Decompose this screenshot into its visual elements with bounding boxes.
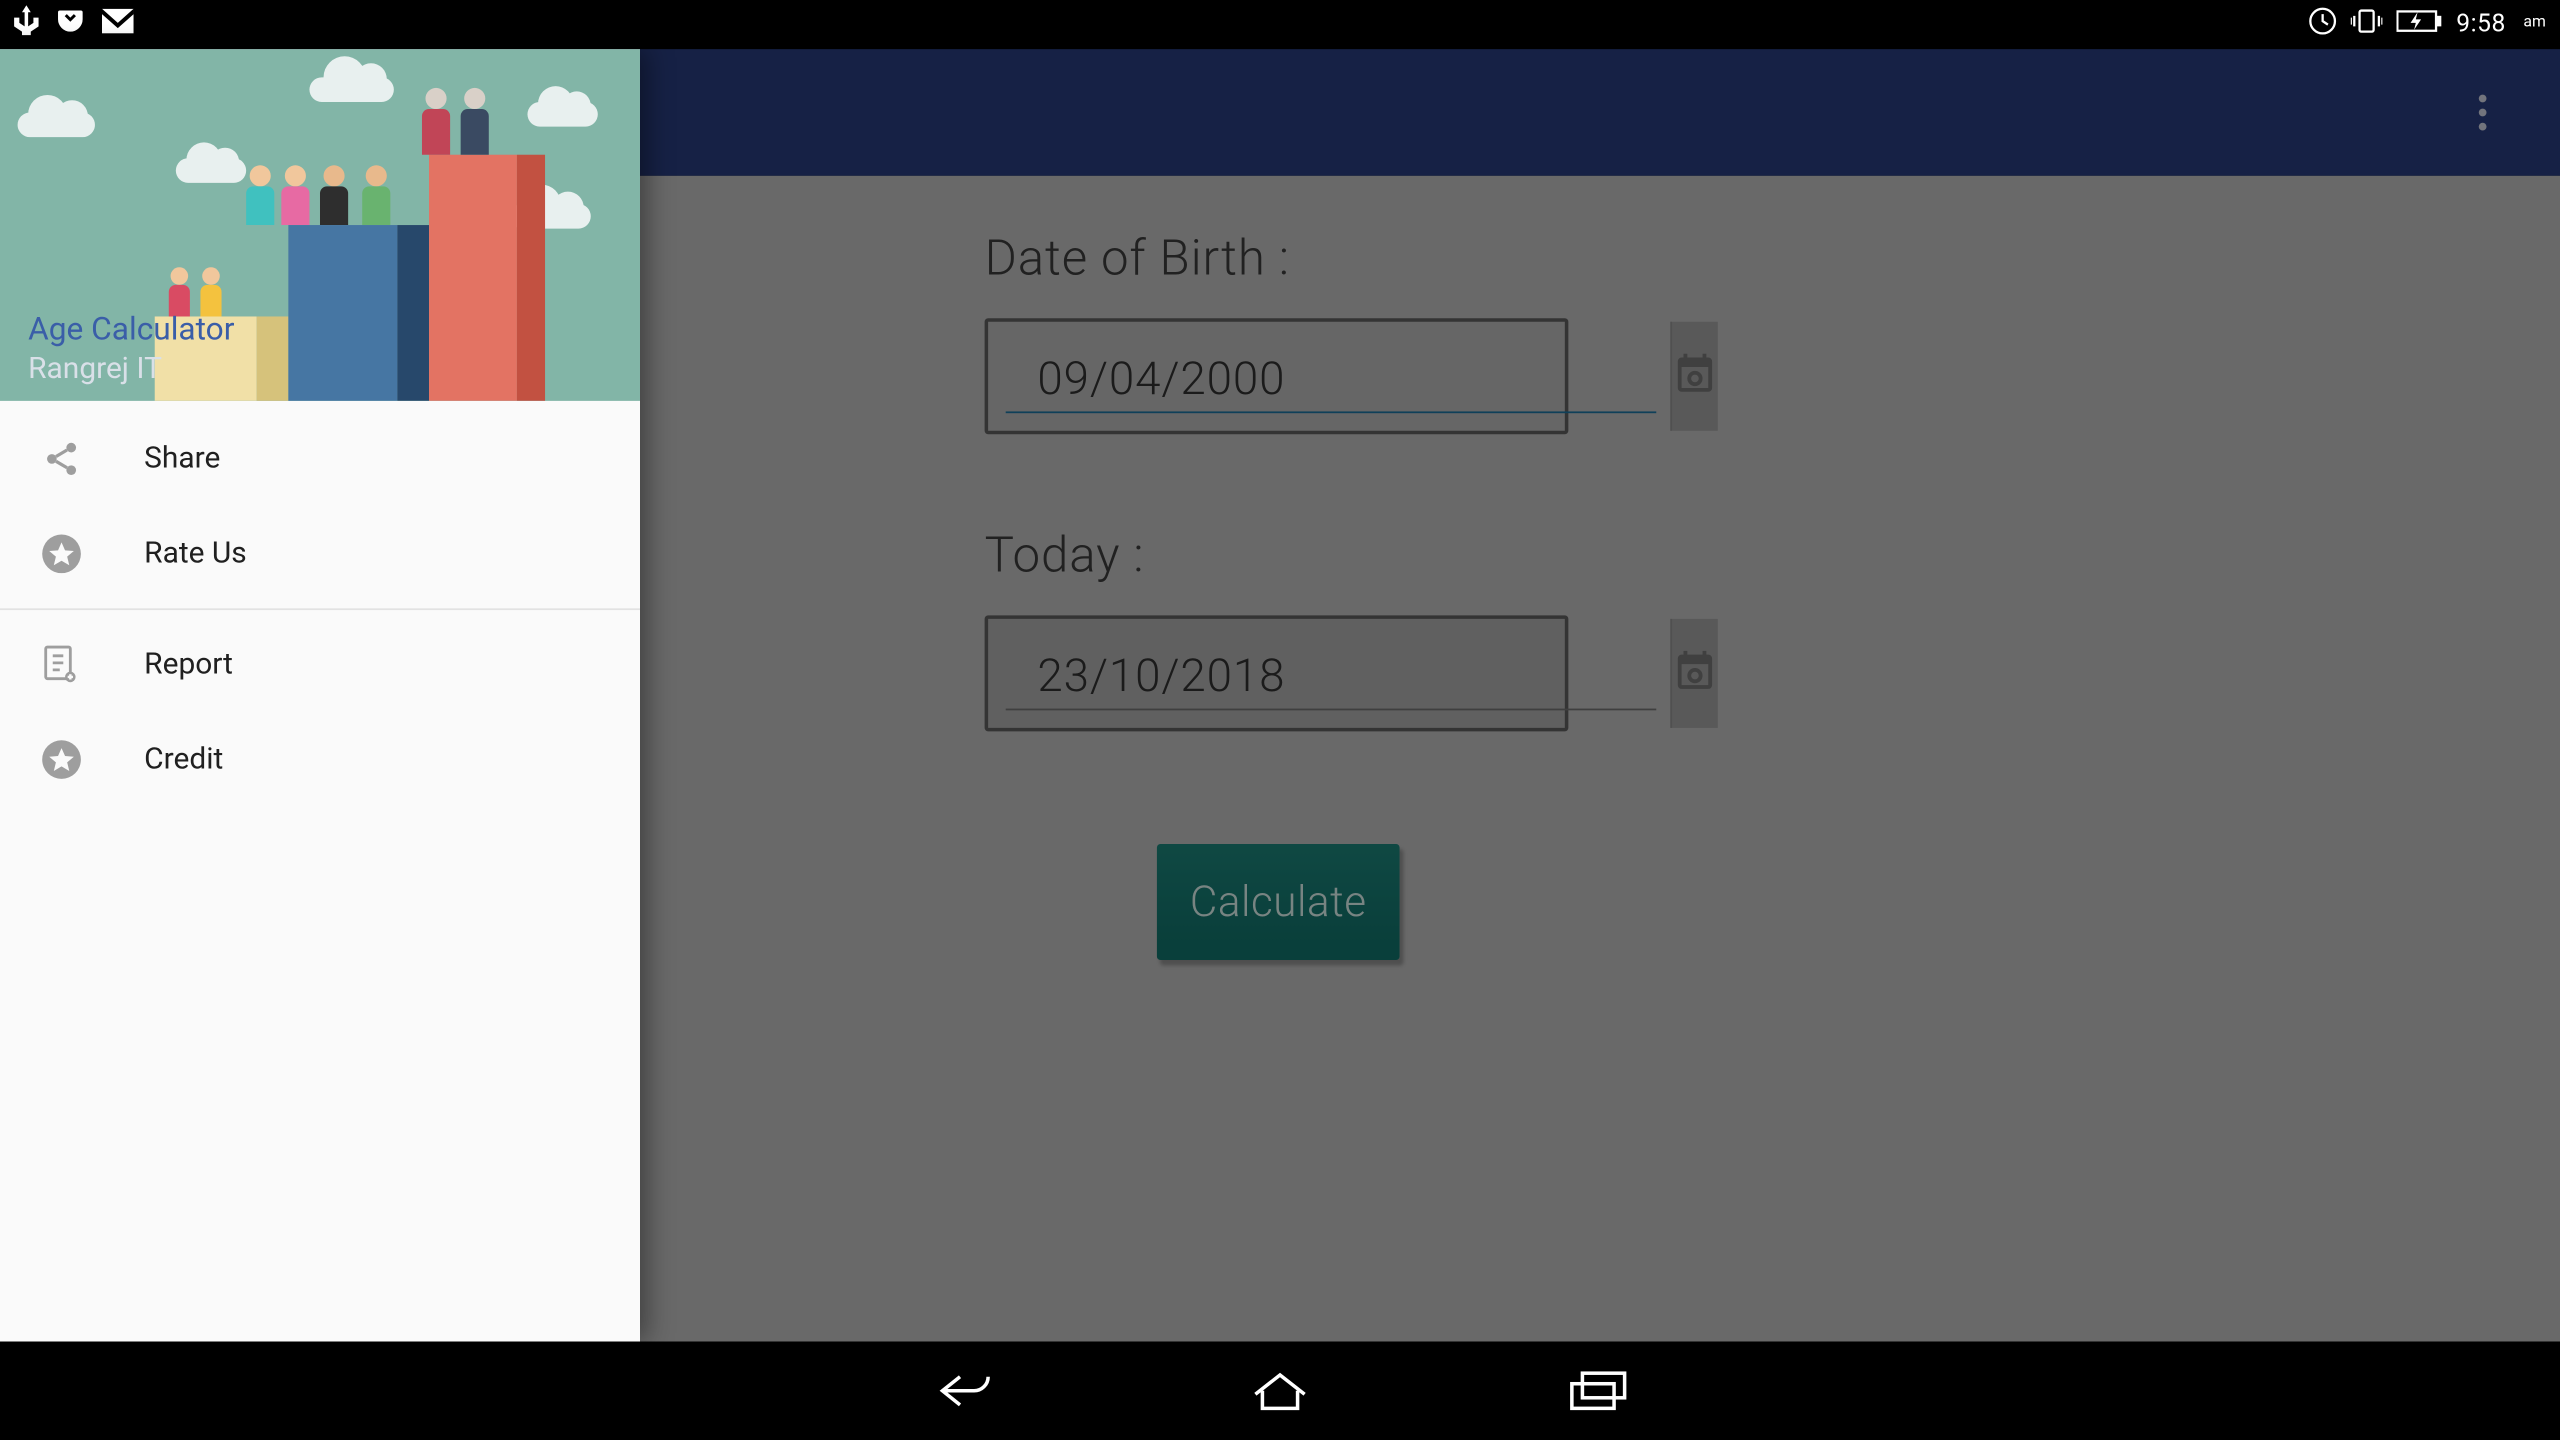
status-bar: 9:58 am (0, 0, 2560, 49)
clock-ampm: am (2523, 14, 2545, 32)
gmail-icon (102, 9, 134, 41)
system-nav-bar (0, 1342, 2560, 1440)
drawer-header: Age Calculator Rangrej IT (0, 49, 640, 401)
vibrate-icon (2351, 9, 2383, 41)
pocket-icon (56, 7, 84, 42)
drawer-subtitle: Rangrej IT (28, 352, 162, 387)
clock-time: 9:58 (2456, 11, 2506, 39)
clock-icon (2309, 7, 2337, 42)
person-decoration (200, 267, 221, 316)
back-button[interactable] (928, 1366, 998, 1415)
drawer-separator (0, 608, 640, 610)
share-icon (39, 436, 85, 482)
drawer-item-share[interactable]: Share (0, 411, 640, 506)
drawer-item-credit[interactable]: Credit (0, 712, 640, 807)
person-decoration (320, 165, 348, 225)
person-decoration (169, 267, 190, 316)
recents-button[interactable] (1561, 1366, 1631, 1415)
person-decoration (281, 165, 309, 225)
drawer-item-label: Rate Us (144, 536, 247, 571)
podium-decoration (397, 225, 429, 401)
drawer-item-label: Credit (144, 742, 223, 777)
cloud-decoration (176, 158, 246, 183)
battery-charging-icon (2396, 9, 2442, 41)
person-decoration (246, 165, 274, 225)
cloud-decoration (18, 113, 95, 138)
drawer-item-label: Share (144, 441, 220, 476)
person-decoration (422, 88, 450, 155)
drawer-item-rate[interactable]: Rate Us (0, 506, 640, 601)
nav-drawer: Age Calculator Rangrej IT Share Rate Us (0, 49, 640, 1341)
drawer-list: Share Rate Us Report (0, 401, 640, 807)
podium-decoration (429, 155, 517, 401)
person-decoration (461, 88, 489, 155)
drawer-title: Age Calculator (28, 311, 234, 348)
person-decoration (362, 165, 390, 225)
home-button[interactable] (1245, 1366, 1315, 1415)
drawer-item-label: Report (144, 647, 233, 682)
cloud-decoration (527, 102, 597, 127)
podium-decoration (288, 225, 397, 401)
drawer-item-report[interactable]: Report (0, 617, 640, 712)
usb-icon (14, 5, 39, 44)
star-icon (39, 737, 85, 783)
podium-decoration (517, 155, 545, 401)
report-icon (39, 642, 85, 688)
star-icon (39, 531, 85, 577)
cloud-decoration (309, 77, 393, 102)
podium-decoration (257, 316, 289, 400)
